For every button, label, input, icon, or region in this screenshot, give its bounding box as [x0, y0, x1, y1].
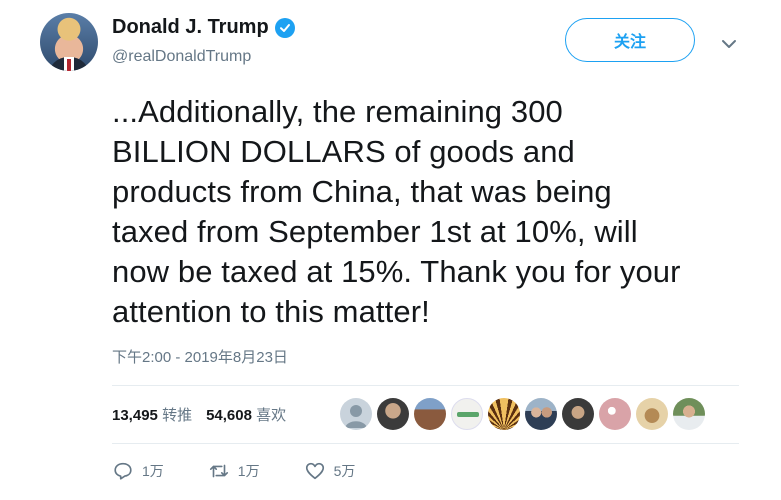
tweet-stats: 13,495 转推 54,608 喜欢 — [112, 404, 286, 425]
liker-avatar[interactable] — [377, 398, 409, 430]
retweets-count: 13,495 — [112, 407, 158, 424]
likes-stat[interactable]: 54,608 喜欢 — [206, 404, 286, 425]
heart-icon — [305, 462, 324, 480]
liker-avatar[interactable] — [599, 398, 631, 430]
tweet-line: attention to this matter! — [112, 294, 430, 329]
retweet-count: 1万 — [237, 463, 260, 479]
like-count: 5万 — [333, 463, 356, 479]
tweet-timestamp[interactable]: 下午2:00 - 2019年8月23日 — [112, 346, 288, 367]
reply-button[interactable]: 1万 — [112, 460, 164, 482]
logo-mark — [457, 412, 479, 417]
tweet-line: BILLION DOLLARS of goods and — [112, 134, 575, 169]
avatar-tie — [67, 59, 71, 71]
retweets-stat[interactable]: 13,495 转推 — [112, 404, 192, 425]
liker-avatar[interactable] — [451, 398, 483, 430]
liker-avatar[interactable] — [340, 398, 372, 430]
retweet-button[interactable]: 1万 — [208, 460, 260, 482]
tweet-line: ...Additionally, the remaining 300 — [112, 94, 563, 129]
author-avatar[interactable] — [40, 13, 98, 71]
liker-avatar[interactable] — [636, 398, 668, 430]
likes-label: 喜欢 — [256, 407, 287, 424]
retweet-icon — [209, 464, 228, 478]
retweets-label: 转推 — [162, 407, 193, 424]
tweet-text: ...Additionally, the remaining 300 BILLI… — [112, 92, 762, 332]
default-avatar-icon — [345, 405, 367, 428]
liker-avatar[interactable] — [673, 398, 705, 430]
divider-top — [112, 385, 739, 386]
divider-bottom — [112, 443, 739, 444]
liker-avatar[interactable] — [488, 398, 520, 430]
like-button[interactable]: 5万 — [304, 460, 356, 482]
liker-avatar[interactable] — [414, 398, 446, 430]
follow-button[interactable]: 关注 — [565, 18, 695, 62]
tweet-line: products from China, that was being — [112, 174, 612, 209]
verified-badge-icon — [274, 17, 295, 38]
tweet-line: taxed from September 1st at 10%, will — [112, 214, 638, 249]
author-display-name[interactable]: Donald J. Trump — [112, 16, 269, 39]
tweet-actions: 1万 1万 5万 — [112, 460, 399, 482]
chevron-down-icon[interactable] — [719, 34, 739, 54]
reply-icon — [114, 462, 132, 480]
author-handle[interactable]: @realDonaldTrump — [112, 48, 251, 66]
likes-count: 54,608 — [206, 407, 252, 424]
liker-avatar[interactable] — [525, 398, 557, 430]
liker-avatar[interactable] — [562, 398, 594, 430]
author-name-row[interactable]: Donald J. Trump — [112, 16, 295, 39]
tweet-line: now be taxed at 15%. Thank you for your — [112, 254, 681, 289]
reply-count: 1万 — [142, 463, 164, 479]
liker-avatars — [340, 398, 705, 430]
